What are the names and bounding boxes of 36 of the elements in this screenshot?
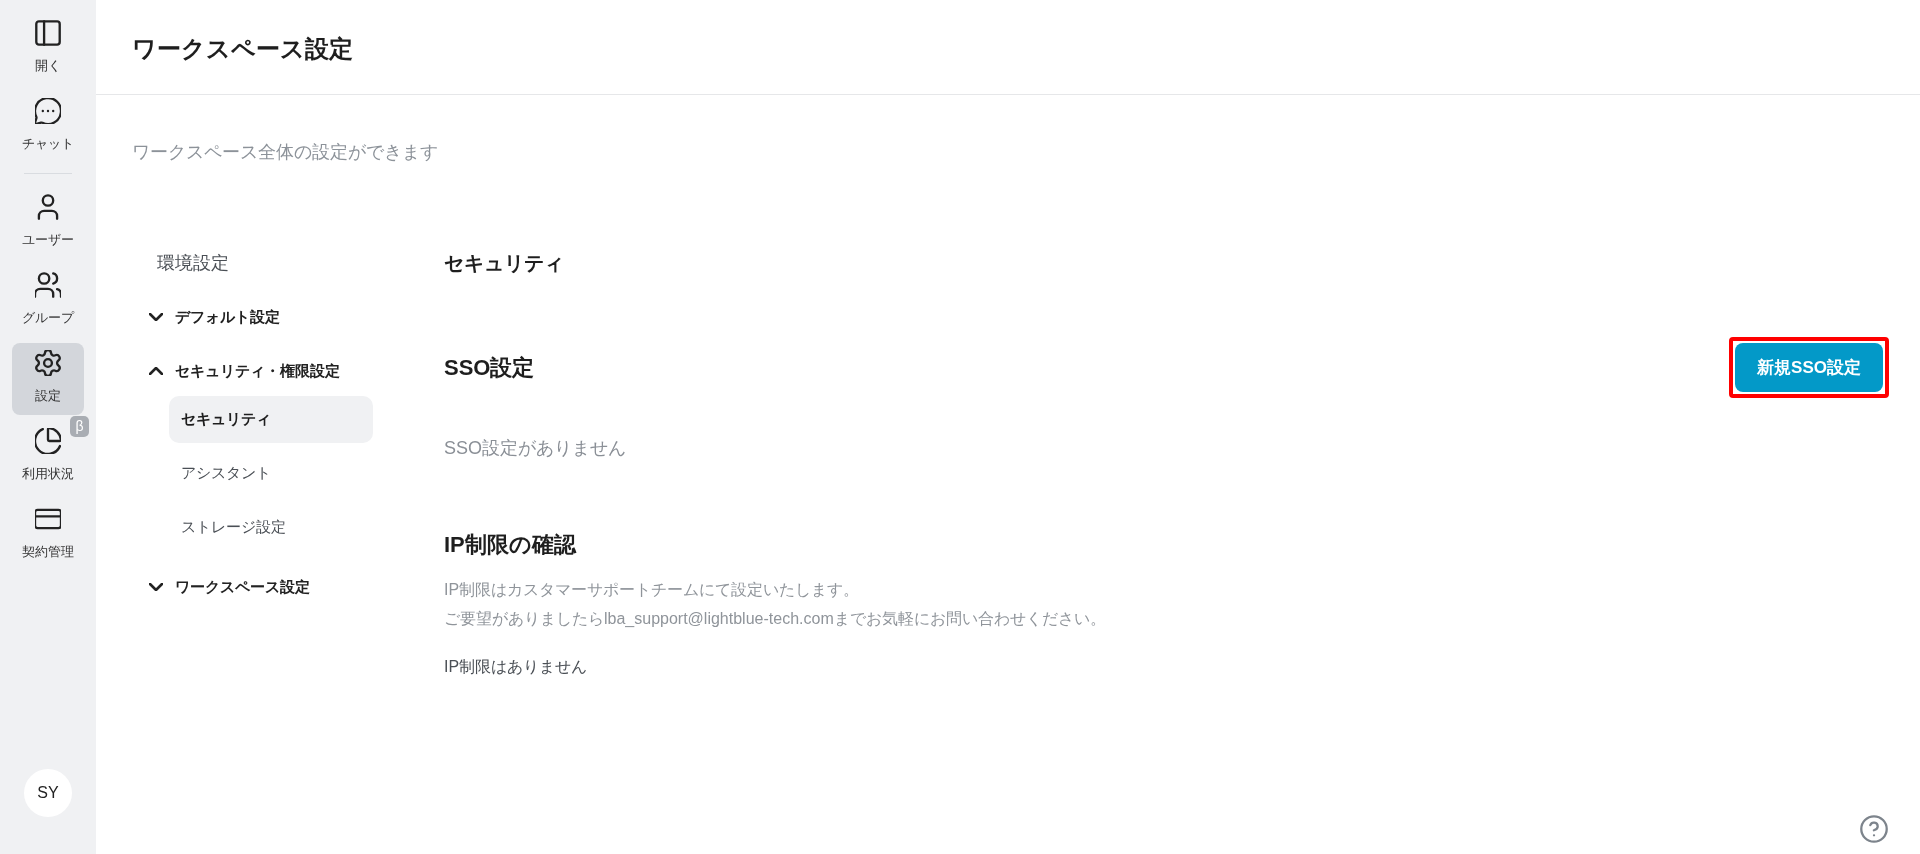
nav-title: 環境設定 <box>156 252 229 275</box>
users-icon <box>35 272 61 298</box>
chat-bubble-icon <box>35 98 61 124</box>
pie-chart-icon <box>35 428 61 454</box>
empty-message: SSO設定がありません <box>444 437 626 460</box>
nav-group[interactable]: セキュリティ・権限設定 <box>149 351 340 391</box>
status-text: IP制限はありません <box>444 657 588 677</box>
sidebar-item[interactable]: ユーザー <box>12 187 84 259</box>
user-avatar[interactable]: SY <box>24 769 72 817</box>
page-subtitle: ワークスペース全体の設定ができます <box>132 141 438 164</box>
nav-group[interactable]: ワークスペース設定 <box>149 567 310 607</box>
help-icon <box>1860 815 1888 843</box>
credit-card-icon <box>35 506 61 532</box>
sidebar-item[interactable]: 設定 <box>12 343 84 415</box>
chevron-up-icon <box>149 367 163 375</box>
sso-heading: SSO設定 <box>444 353 535 382</box>
ip-heading: IP制限の確認 <box>444 531 576 559</box>
user-icon <box>35 194 61 220</box>
page-title: ワークスペース設定 <box>132 34 353 64</box>
sidebar-item[interactable]: チャット <box>12 91 84 163</box>
nav-item[interactable]: ストレージ設定 <box>169 504 373 551</box>
nav-group[interactable]: デフォルト設定 <box>149 297 280 337</box>
sidebar-item[interactable]: 契約管理 <box>12 499 84 571</box>
sidebar-item[interactable]: グループ <box>12 265 84 337</box>
nav-item[interactable]: セキュリティ <box>169 396 373 443</box>
nav-item[interactable]: アシスタント <box>169 450 373 497</box>
panel-icon <box>35 20 61 46</box>
beta-badge: β <box>70 416 89 437</box>
settings-icon <box>35 350 61 376</box>
sidebar-item[interactable]: 開く <box>12 13 84 85</box>
description-text: IP制限はカスタマーサポートチームにて設定いたします。 <box>444 580 860 600</box>
chevron-down-icon <box>149 583 163 591</box>
help-button[interactable] <box>1860 815 1888 843</box>
section-title: セキュリティ <box>444 251 564 276</box>
description-text: ご要望がありましたらlba_support@lightblue-tech.comまでお気軽にお問い合わせください。 <box>444 609 1106 629</box>
chevron-down-icon <box>149 313 163 321</box>
